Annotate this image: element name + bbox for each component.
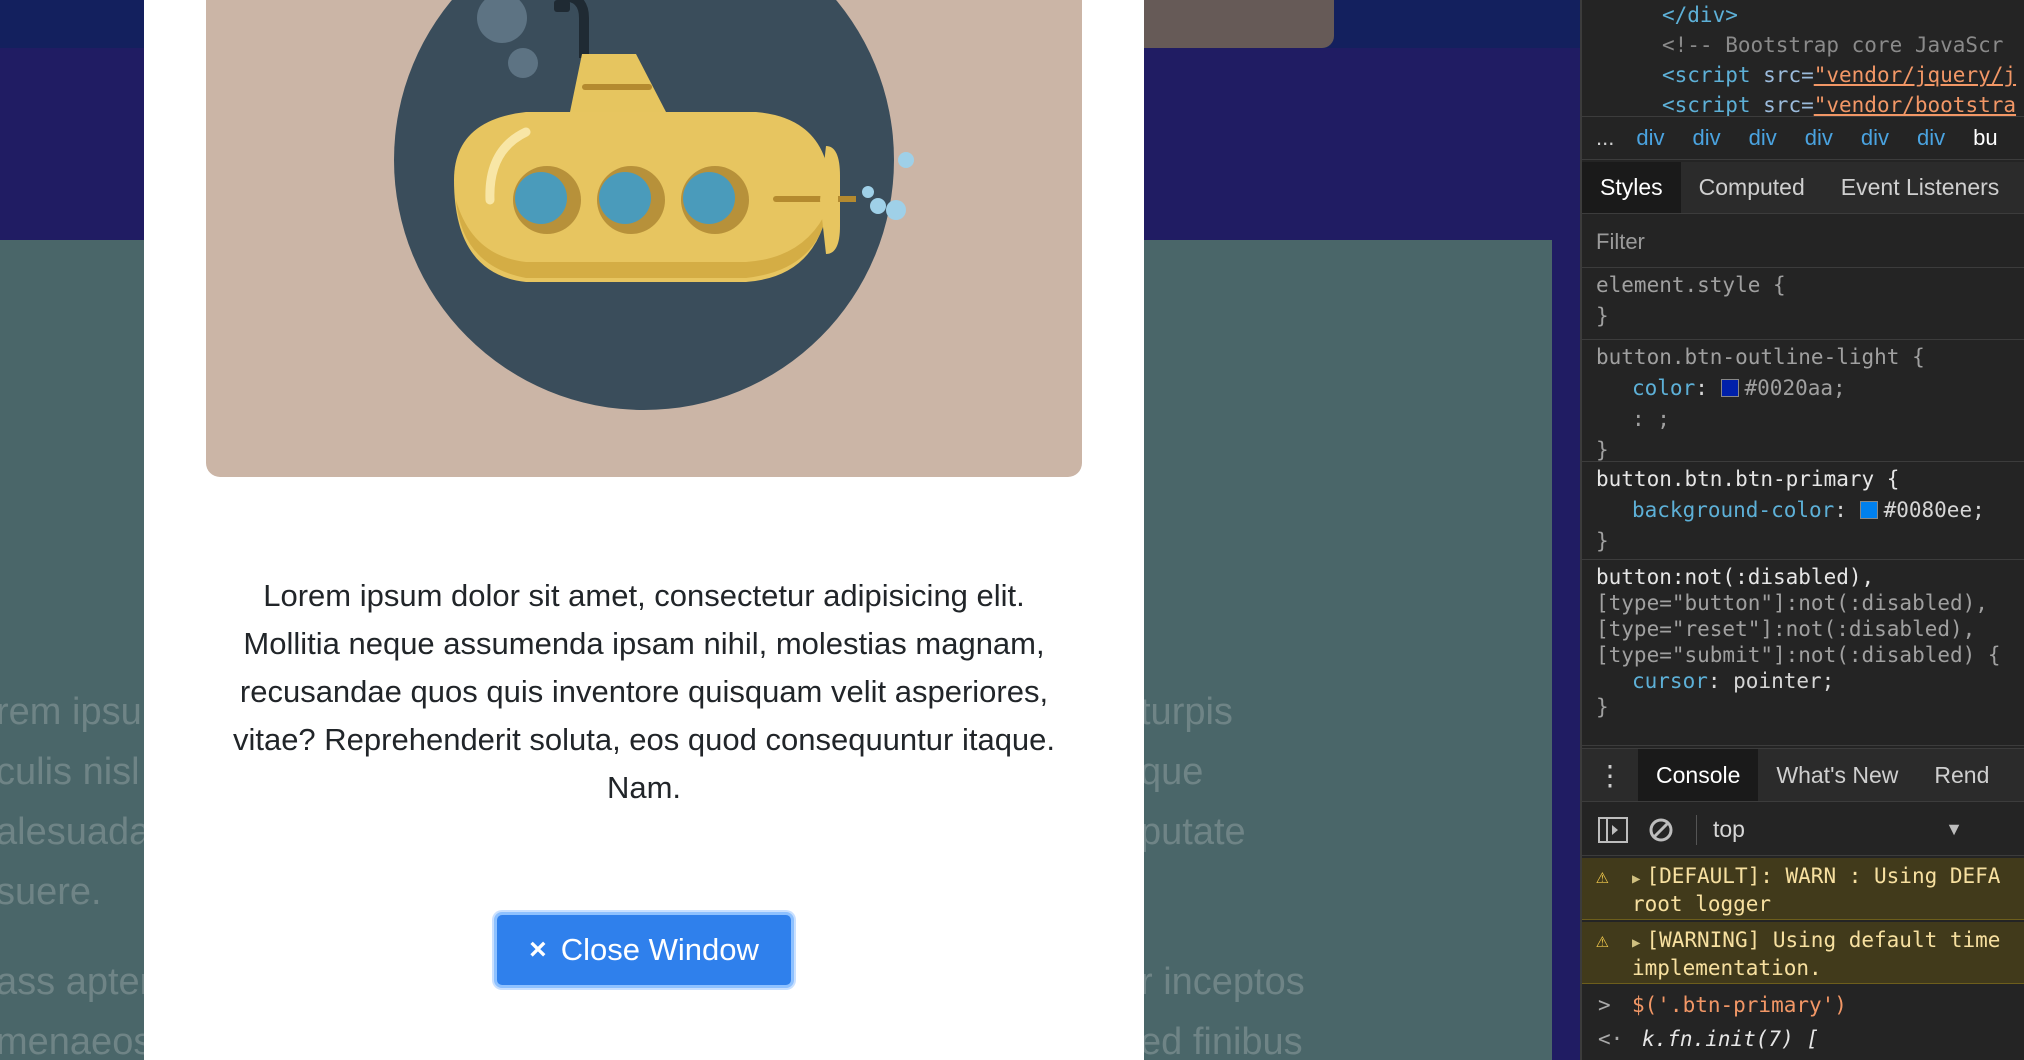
expand-arrow-icon[interactable]: ▶ [1632, 871, 1640, 887]
breadcrumb-item[interactable]: div [1805, 125, 1833, 151]
console-output-line[interactable]: <· k.fn.init(7) [ [1582, 1024, 2024, 1054]
source-line[interactable]: </div> [1662, 0, 1738, 30]
breadcrumb-item[interactable]: div [1861, 125, 1889, 151]
toolbar-separator [1696, 814, 1697, 845]
page-background: rem ipsu culis nisl p alesuada suere. as… [0, 0, 1580, 1060]
devtools-panel: </div> <!-- Bootstrap core JavaScr <scri… [1580, 0, 2024, 1060]
css-rule-outline-light: button.btn-outline-light { color: #0020a… [1582, 342, 2024, 462]
color-swatch[interactable] [1859, 501, 1878, 519]
modal-description: Lorem ipsum dolor sit amet, consectetur … [232, 578, 1056, 805]
tab-rendering[interactable]: Rend [1916, 749, 2007, 801]
context-value: top [1713, 816, 1745, 842]
console-warning[interactable]: ⚠ ▶ [DEFAULT]: WARN : Using DEFA root log… [1582, 858, 2024, 920]
breadcrumb-item[interactable]: div [1749, 125, 1777, 151]
tab-console[interactable]: Console [1638, 749, 1759, 801]
submarine-illustration [394, 0, 914, 410]
console-tabbar: ⋮ Console What's New Rend [1582, 748, 2024, 802]
breadcrumb-item[interactable]: div [1636, 125, 1664, 151]
expand-arrow-icon[interactable]: ▶ [1632, 935, 1640, 951]
css-rule-btn-primary: button.btn.btn-primary { background-colo… [1582, 464, 2024, 560]
warning-icon: ⚠ [1596, 928, 1609, 952]
dom-breadcrumb: ... div div div div div div bu [1582, 116, 2024, 160]
elements-source: </div> <!-- Bootstrap core JavaScr <scri… [1582, 0, 2024, 117]
breadcrumb-more[interactable]: ... [1596, 125, 1614, 151]
close-window-button[interactable]: × Close Window [494, 912, 794, 988]
breadcrumb-item[interactable]: div [1692, 125, 1720, 151]
result-arrow-icon: <· [1598, 1027, 1624, 1051]
prompt-chevron-icon: > [1598, 993, 1611, 1017]
source-line[interactable]: <script src="vendor/jquery/j [1662, 60, 2016, 90]
empty-property[interactable]: : ; [1596, 404, 2024, 435]
submarine-image [206, 0, 1082, 477]
warning-icon: ⚠ [1596, 864, 1609, 888]
close-icon: × [529, 933, 547, 966]
css-rule-element-style: element.style { } [1582, 270, 2024, 340]
background-text-right: turpis que putate r inceptos ed finibus [1140, 691, 1305, 1060]
tab-event-listeners[interactable]: Event Listeners [1823, 162, 2018, 213]
tab-styles[interactable]: Styles [1582, 162, 1681, 213]
source-line[interactable]: <!-- Bootstrap core JavaScr [1662, 30, 2003, 60]
console-warning[interactable]: ⚠ ▶ [WARNING] Using default time implemen… [1582, 922, 2024, 984]
console-input-line[interactable]: > $('.btn-primary') [1582, 990, 2024, 1020]
styles-tabbar: Styles Computed Event Listeners [1582, 162, 2024, 214]
portfolio-modal: Lorem ipsum dolor sit amet, consectetur … [144, 0, 1144, 1060]
color-swatch[interactable] [1720, 379, 1739, 397]
dropdown-arrow-icon: ▼ [1945, 819, 1963, 839]
styles-filter-input[interactable]: Filter [1582, 216, 2024, 268]
breadcrumb-item-selected[interactable]: bu [1973, 125, 1997, 151]
console-toolbar: top ▼ [1582, 804, 2024, 856]
context-select[interactable]: top ▼ [1713, 816, 1963, 843]
clear-console-icon[interactable] [1644, 813, 1678, 847]
css-rule-cursor: button:not(:disabled), [type="button"]:n… [1582, 562, 2024, 746]
close-window-label: Close Window [560, 932, 759, 967]
sidebar-toggle-icon[interactable] [1596, 813, 1630, 847]
breadcrumb-item[interactable]: div [1917, 125, 1945, 151]
tab-whats-new[interactable]: What's New [1758, 749, 1916, 801]
tab-computed[interactable]: Computed [1681, 162, 1823, 213]
drawer-menu-icon[interactable]: ⋮ [1582, 749, 1638, 801]
